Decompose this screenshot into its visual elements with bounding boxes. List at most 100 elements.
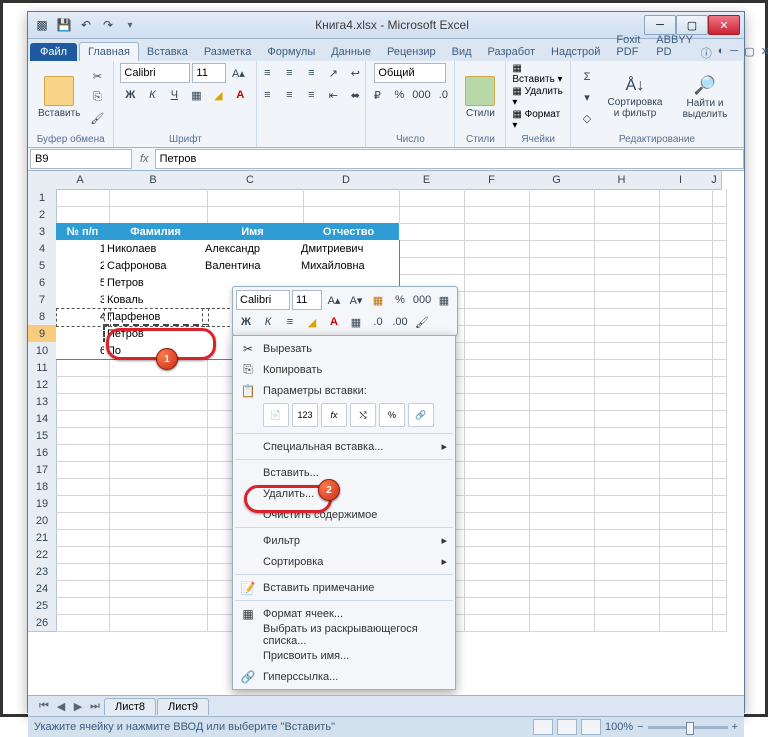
row-header-1[interactable]: 1 bbox=[28, 189, 57, 207]
tab-insert[interactable]: Вставка bbox=[139, 43, 196, 61]
cell-F8[interactable] bbox=[459, 308, 530, 326]
cell-I12[interactable] bbox=[654, 376, 713, 394]
cell-H23[interactable] bbox=[589, 563, 660, 581]
row-header-13[interactable]: 13 bbox=[28, 393, 57, 411]
col-header-B[interactable]: B bbox=[104, 171, 203, 190]
cm-copy[interactable]: ⎘Копировать bbox=[235, 359, 453, 380]
cm-filter[interactable]: Фильтр▸ bbox=[235, 530, 453, 551]
cell-J24[interactable] bbox=[707, 580, 727, 598]
cell-B12[interactable] bbox=[104, 376, 208, 394]
cell-A25[interactable] bbox=[56, 597, 110, 615]
sheet-tab-2[interactable]: Лист9 bbox=[157, 698, 209, 715]
cell-A7[interactable]: 3 bbox=[56, 291, 110, 309]
cell-G26[interactable] bbox=[524, 614, 595, 632]
cell-G10[interactable] bbox=[524, 342, 595, 360]
tab-addins[interactable]: Надстрой bbox=[543, 43, 608, 61]
tab-view[interactable]: Вид bbox=[444, 43, 480, 61]
font-size-combo[interactable]: 11 bbox=[192, 63, 226, 83]
cell-J3[interactable] bbox=[707, 223, 727, 241]
cell-G24[interactable] bbox=[524, 580, 595, 598]
cell-J14[interactable] bbox=[707, 410, 727, 428]
cell-G19[interactable] bbox=[524, 495, 595, 513]
cell-A12[interactable] bbox=[56, 376, 110, 394]
cell-I25[interactable] bbox=[654, 597, 713, 615]
row-header-15[interactable]: 15 bbox=[28, 427, 57, 445]
row-header-6[interactable]: 6 bbox=[28, 274, 57, 292]
cell-G6[interactable] bbox=[524, 274, 595, 292]
cell-C2[interactable] bbox=[202, 206, 304, 224]
window-min2[interactable]: ─ bbox=[730, 45, 738, 61]
col-header-A[interactable]: A bbox=[56, 171, 105, 190]
cell-C3[interactable]: Имя bbox=[202, 223, 304, 241]
row-header-7[interactable]: 7 bbox=[28, 291, 57, 309]
formula-input[interactable]: Петров bbox=[155, 149, 744, 169]
cell-F18[interactable] bbox=[459, 478, 530, 496]
mt-format-painter[interactable]: 🖌 bbox=[412, 312, 432, 332]
tab-layout[interactable]: Разметка bbox=[196, 43, 260, 61]
cell-D1[interactable] bbox=[298, 189, 400, 207]
cell-G7[interactable] bbox=[524, 291, 595, 309]
window-restore2[interactable]: ▢ bbox=[744, 45, 754, 61]
underline-button[interactable]: Ч bbox=[164, 85, 184, 105]
cm-cut[interactable]: ✂Вырезать bbox=[235, 338, 453, 359]
cell-E2[interactable] bbox=[394, 206, 465, 224]
cell-G18[interactable] bbox=[524, 478, 595, 496]
cell-H2[interactable] bbox=[589, 206, 660, 224]
cell-H25[interactable] bbox=[589, 597, 660, 615]
cell-G16[interactable] bbox=[524, 444, 595, 462]
italic-button[interactable]: К bbox=[142, 85, 162, 105]
cell-I18[interactable] bbox=[654, 478, 713, 496]
cell-G11[interactable] bbox=[524, 359, 595, 377]
cm-format-cells[interactable]: ▦Формат ячеек... bbox=[235, 603, 453, 624]
cell-D2[interactable] bbox=[298, 206, 400, 224]
fill-button[interactable]: ▾ bbox=[577, 88, 597, 108]
tab-abbyy[interactable]: ABBYY PD bbox=[648, 31, 701, 61]
cell-F24[interactable] bbox=[459, 580, 530, 598]
name-box[interactable]: B9 bbox=[30, 149, 132, 169]
col-header-J[interactable]: J bbox=[707, 171, 722, 190]
cell-H7[interactable] bbox=[589, 291, 660, 309]
cell-H12[interactable] bbox=[589, 376, 660, 394]
cell-B8[interactable]: Парфенов bbox=[104, 308, 208, 326]
number-format-combo[interactable]: Общий bbox=[374, 63, 446, 83]
cm-hyperlink[interactable]: 🔗Гиперссылка... bbox=[235, 666, 453, 687]
cm-delete[interactable]: Удалить... bbox=[235, 483, 453, 504]
cell-G12[interactable] bbox=[524, 376, 595, 394]
cell-B7[interactable]: Коваль bbox=[104, 291, 208, 309]
save-button[interactable]: 💾 bbox=[54, 15, 74, 35]
cell-I24[interactable] bbox=[654, 580, 713, 598]
cell-I13[interactable] bbox=[654, 393, 713, 411]
cell-H6[interactable] bbox=[589, 274, 660, 292]
mt-align[interactable]: ≡ bbox=[280, 312, 300, 332]
cell-I22[interactable] bbox=[654, 546, 713, 564]
cell-J15[interactable] bbox=[707, 427, 727, 445]
paste-opt-formatting[interactable]: % bbox=[379, 403, 405, 427]
paste-opt-all[interactable]: 📄 bbox=[263, 403, 289, 427]
mt-borders[interactable]: ▦ bbox=[434, 290, 454, 310]
row-header-19[interactable]: 19 bbox=[28, 495, 57, 513]
col-header-C[interactable]: C bbox=[202, 171, 299, 190]
orientation-button[interactable]: ↗ bbox=[323, 63, 343, 83]
mt-dec-inc[interactable]: .0 bbox=[368, 312, 388, 332]
row-header-25[interactable]: 25 bbox=[28, 597, 57, 615]
cm-clear[interactable]: Очистить содержимое bbox=[235, 504, 453, 525]
cells-insert-button[interactable]: ▦ Вставить ▾ bbox=[512, 63, 564, 85]
cell-G2[interactable] bbox=[524, 206, 595, 224]
col-header-G[interactable]: G bbox=[524, 171, 590, 190]
cell-E4[interactable] bbox=[394, 240, 465, 258]
cell-I9[interactable] bbox=[654, 325, 713, 343]
sheet-tab-1[interactable]: Лист8 bbox=[104, 698, 156, 715]
cell-A9[interactable] bbox=[56, 325, 110, 343]
zoom-in-button[interactable]: + bbox=[732, 721, 738, 733]
cell-A26[interactable] bbox=[56, 614, 110, 632]
cell-H10[interactable] bbox=[589, 342, 660, 360]
cut-button[interactable]: ✂ bbox=[87, 67, 107, 87]
cell-A4[interactable]: 1 bbox=[56, 240, 110, 258]
cell-I11[interactable] bbox=[654, 359, 713, 377]
cells-delete-button[interactable]: ▦ Удалить ▾ bbox=[512, 86, 564, 108]
cell-J13[interactable] bbox=[707, 393, 727, 411]
cell-I26[interactable] bbox=[654, 614, 713, 632]
cell-A23[interactable] bbox=[56, 563, 110, 581]
cell-J17[interactable] bbox=[707, 461, 727, 479]
clear-button[interactable]: ◇ bbox=[577, 109, 597, 129]
